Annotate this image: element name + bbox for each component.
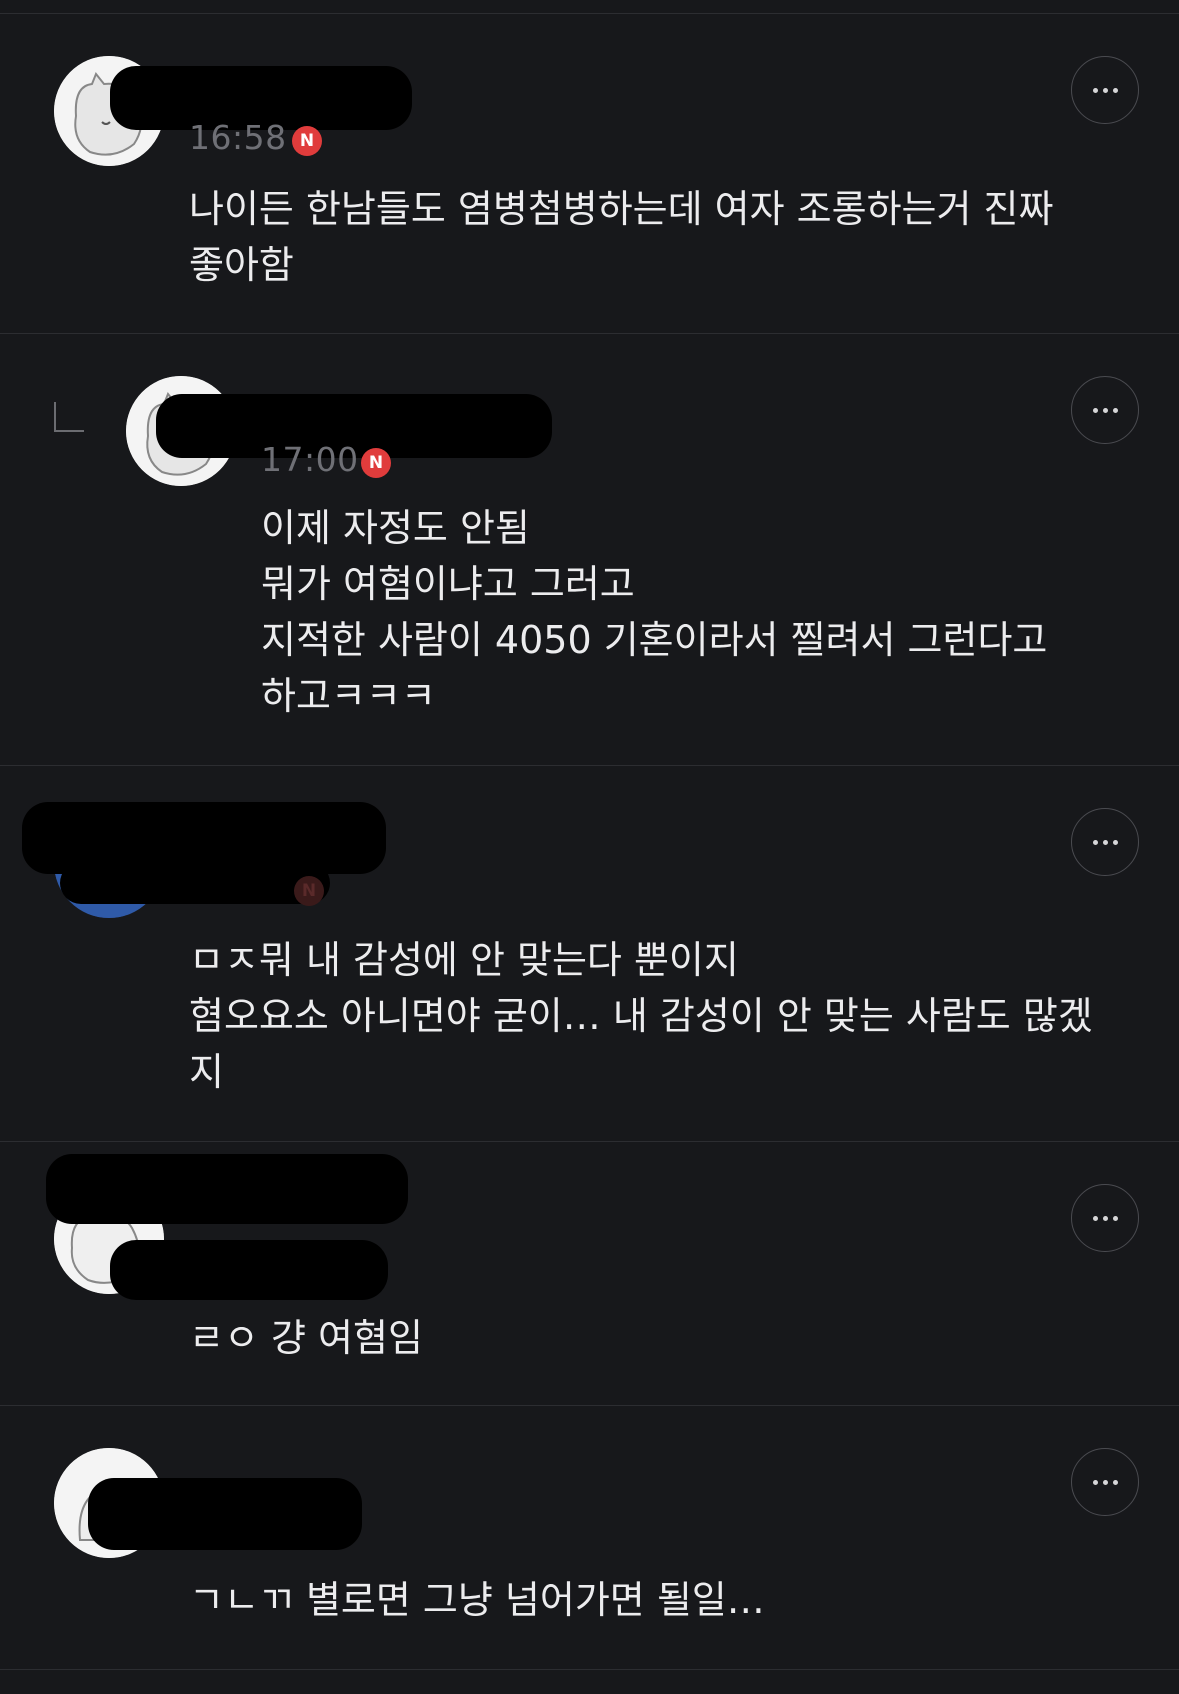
redacted-meta [60, 862, 330, 904]
comment-item: ㄹㅇ 걍 여혐임 [0, 1142, 1179, 1406]
comment-time: 17:00 [261, 440, 359, 479]
more-options-button[interactable] [1071, 1448, 1139, 1516]
comment-text: 이제 자정도 안됨 뭐가 여혐이냐고 그러고 지적한 사람이 4050 기혼이라… [261, 506, 1048, 718]
comment-item: N ㅁㅈ뭐 내 감성에 안 맞는다 뿐이지 혐오요소 아니면야 굳이… 내 감성… [0, 766, 1179, 1142]
new-badge-icon: N [361, 448, 391, 478]
comment-text: 나이든 한남들도 염병첨병하는데 여자 조롱하는거 진짜 좋아함 [189, 187, 1054, 287]
comment-item: 16:58 N 나이든 한남들도 염병첨병하는데 여자 조롱하는거 진짜 좋아함 [0, 14, 1179, 334]
comment-text: ㄱㄴㄲ 별로면 그냥 넘어가면 될일… [189, 1578, 765, 1622]
redacted-username [88, 1478, 362, 1550]
comment-time: 16:58 [189, 118, 287, 157]
reply-comment-item: 17:00 N 이제 자정도 안됨 뭐가 여혐이냐고 그러고 지적한 사람이 4… [0, 334, 1179, 766]
comment-text: ㄹㅇ 걍 여혐임 [189, 1316, 423, 1360]
redacted-username [46, 1154, 408, 1224]
comment-text: ㅁㅈ뭐 내 감성에 안 맞는다 뿐이지 혐오요소 아니면야 굳이… 내 감성이 … [189, 938, 1093, 1094]
more-options-button[interactable] [1071, 376, 1139, 444]
more-options-button[interactable] [1071, 1184, 1139, 1252]
more-options-button[interactable] [1071, 808, 1139, 876]
reply-arrow-icon [54, 402, 84, 432]
new-badge-icon: N [292, 126, 322, 156]
new-badge-icon: N [294, 876, 324, 906]
more-options-button[interactable] [1071, 56, 1139, 124]
redacted-meta [110, 1240, 388, 1300]
comment-item: ㄱㄴㄲ 별로면 그냥 넘어가면 될일… [0, 1406, 1179, 1670]
